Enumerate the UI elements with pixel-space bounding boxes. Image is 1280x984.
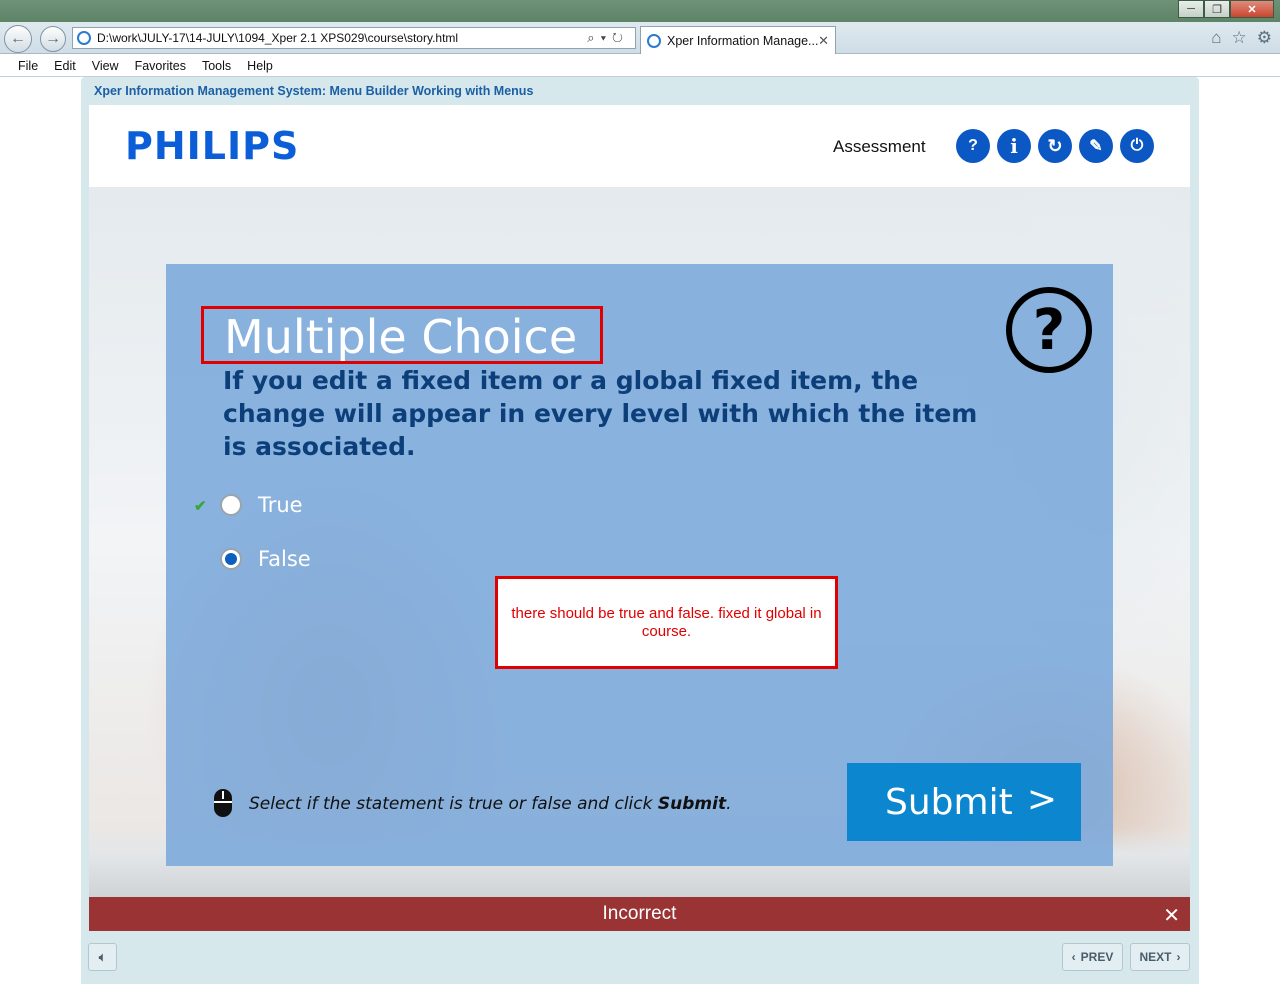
review-note-text: there should be true and false. fixed it… [511, 604, 822, 640]
question-mark-icon: ? [1006, 287, 1092, 373]
section-label: Assessment [833, 137, 926, 156]
instruction-bold: Submit [657, 794, 727, 814]
prev-label: PREV [1080, 950, 1114, 964]
minimize-button[interactable]: ─ [1178, 0, 1204, 18]
window-titlebar: ─ ❐ ✕ [0, 0, 1280, 22]
favorites-star-icon[interactable]: ☆ [1232, 28, 1247, 48]
browser-menubar: File Edit View Favorites Tools Help [0, 55, 1280, 77]
instruction-post: . [726, 794, 732, 814]
menu-help[interactable]: Help [247, 59, 273, 73]
close-window-button[interactable]: ✕ [1230, 0, 1274, 18]
option-true-label: True [258, 493, 303, 517]
submit-button[interactable]: Submit > [847, 763, 1081, 841]
settings-gear-icon[interactable]: ⚙ [1257, 28, 1272, 48]
prev-button[interactable]: ‹ PREV [1062, 943, 1123, 971]
menu-view[interactable]: View [92, 59, 119, 73]
option-true[interactable]: True [220, 493, 303, 517]
chevron-right-small-icon: › [1176, 950, 1181, 964]
power-icon[interactable]: ⏻ [1120, 129, 1154, 163]
back-icon[interactable]: ← [4, 25, 32, 53]
forward-icon[interactable]: → [40, 26, 66, 52]
feedback-label: Incorrect [602, 903, 677, 924]
close-feedback-icon[interactable]: ✕ [1163, 903, 1180, 928]
address-tools-icon[interactable]: ⌕▾↻ [587, 30, 629, 46]
browser-toolbar-right: ⌂ ☆ ⚙ [1211, 28, 1272, 48]
correct-check-icon: ✔ [194, 498, 207, 515]
question-card: Multiple Choice ? If you edit a fixed it… [166, 264, 1113, 866]
chevron-right-icon: > [1026, 779, 1057, 820]
radio-true[interactable] [220, 494, 242, 516]
replay-icon[interactable]: ↻ [1038, 129, 1072, 163]
course-title: Xper Information Management System: Menu… [94, 84, 534, 98]
menu-file[interactable]: File [18, 59, 38, 73]
next-label: NEXT [1139, 950, 1172, 964]
submit-label: Submit [885, 781, 1013, 823]
menu-tools[interactable]: Tools [202, 59, 231, 73]
feedback-bar: Incorrect ✕ [89, 897, 1190, 931]
instruction-text: Select if the statement is true or false… [249, 794, 731, 814]
chevron-left-icon: ‹ [1071, 950, 1076, 964]
slide-stage: PHILIPS Assessment ? i ↻ ✎ ⏻ Multiple Ch… [89, 105, 1190, 897]
review-note: there should be true and false. fixed it… [495, 576, 838, 669]
option-false-label: False [258, 547, 311, 571]
ie-page-icon [77, 31, 91, 45]
pen-icon[interactable]: ✎ [1079, 129, 1113, 163]
instruction-pre: Select if the statement is true or false… [249, 794, 658, 814]
slide-header: PHILIPS Assessment ? i ↻ ✎ ⏻ [89, 105, 1190, 187]
radio-false[interactable] [220, 548, 242, 570]
address-bar[interactable]: D:\work\JULY-17\14-JULY\1094_Xper 2.1 XP… [72, 27, 636, 49]
menu-edit[interactable]: Edit [54, 59, 76, 73]
audio-button[interactable]: 🔈︎ [88, 943, 117, 971]
address-text: D:\work\JULY-17\14-JULY\1094_Xper 2.1 XP… [97, 31, 459, 45]
help-icon[interactable]: ? [956, 129, 990, 163]
window-controls: ─ ❐ ✕ [1178, 0, 1274, 18]
speaker-icon: 🔈︎ [98, 949, 107, 964]
info-icon[interactable]: i [997, 129, 1031, 163]
mouse-icon [214, 789, 232, 817]
close-tab-icon[interactable]: ✕ [818, 33, 829, 49]
tab-title: Xper Information Manage... [667, 33, 819, 48]
home-icon[interactable]: ⌂ [1211, 28, 1221, 48]
question-text: If you edit a fixed item or a global fix… [223, 366, 978, 461]
menu-favorites[interactable]: Favorites [135, 59, 186, 73]
option-false[interactable]: False [220, 547, 311, 571]
course-player: Xper Information Management System: Menu… [81, 77, 1199, 984]
ie-tab-icon [647, 33, 661, 48]
annotation-highlight-box [201, 306, 603, 364]
next-button[interactable]: NEXT › [1130, 943, 1190, 971]
browser-navbar: ← → D:\work\JULY-17\14-JULY\1094_Xper 2.… [0, 22, 1280, 54]
maximize-button[interactable]: ❐ [1204, 0, 1230, 18]
philips-logo: PHILIPS [125, 124, 300, 168]
browser-tab[interactable]: Xper Information Manage... ✕ [640, 26, 836, 54]
